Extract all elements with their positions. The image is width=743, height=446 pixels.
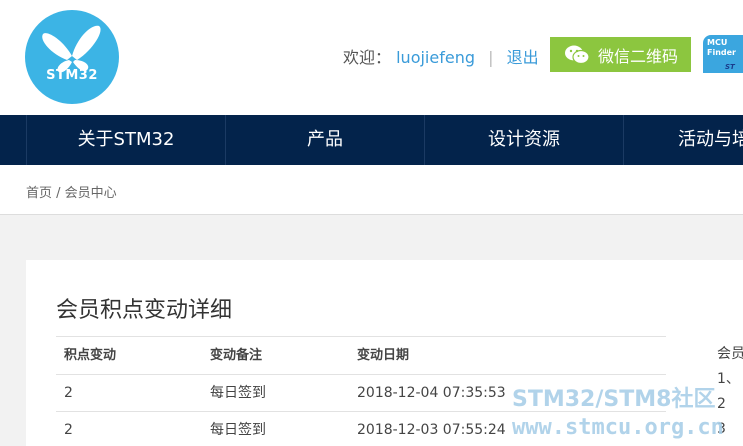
st-logo-text: ST: [725, 63, 735, 71]
mcu-finder-line2: Finder: [707, 48, 736, 57]
page-title: 会员积点变动详细: [56, 298, 233, 323]
side-heading: 会员: [717, 346, 743, 362]
mcu-finder-line1: MCU: [707, 38, 728, 47]
column-header: 变动备注: [210, 348, 263, 363]
user-bar: 欢迎： luojiefeng | 退出: [343, 44, 539, 68]
breadcrumb-bar: 首页 / 会员中心: [0, 165, 743, 215]
note-cell: 每日签到: [210, 385, 266, 401]
date-cell: 2018-12-04 07:35:53: [357, 385, 506, 401]
wechat-button-label: 微信二维码: [598, 46, 679, 66]
site-watermark: STM32/STM8社区 www.stmcu.org.cn: [512, 386, 743, 442]
table-header-row: 积点变动 变动备注 变动日期: [56, 336, 666, 374]
column-header: 积点变动: [64, 348, 117, 363]
date-cell: 2018-12-03 07:55:24: [357, 422, 506, 438]
logo-text: STM32: [46, 68, 98, 83]
breadcrumb[interactable]: 首页 / 会员中心: [26, 182, 117, 201]
username-link[interactable]: luojiefeng: [396, 48, 475, 67]
mcu-finder-badge[interactable]: MCU Finder ST: [703, 35, 743, 73]
logout-link[interactable]: 退出: [507, 48, 539, 67]
nav-item-events[interactable]: 活动与培: [623, 115, 743, 165]
note-cell: 每日签到: [210, 422, 266, 438]
column-header: 变动日期: [357, 348, 410, 363]
welcome-label: 欢迎：: [343, 48, 392, 67]
nav-item-products[interactable]: 产品: [225, 115, 424, 165]
wechat-icon: [565, 45, 590, 64]
butterfly-icon: [42, 25, 101, 73]
points-change-cell: 2: [64, 422, 73, 438]
watermark-line1: STM32/STM8社区: [512, 387, 716, 412]
divider: |: [488, 48, 494, 67]
nav-item-design-resources[interactable]: 设计资源: [424, 115, 623, 165]
nav-item-about[interactable]: 关于STM32: [26, 115, 225, 165]
wechat-qr-button[interactable]: 微信二维码: [550, 37, 691, 72]
site-header: STM32 欢迎： luojiefeng | 退出 微信二维码 MCU Find…: [0, 0, 743, 115]
main-nav: 关于STM32 产品 设计资源 活动与培: [0, 115, 743, 165]
points-change-cell: 2: [64, 385, 73, 401]
stm32-logo[interactable]: STM32: [25, 10, 119, 104]
watermark-line2: www.stmcu.org.cn: [512, 415, 724, 440]
